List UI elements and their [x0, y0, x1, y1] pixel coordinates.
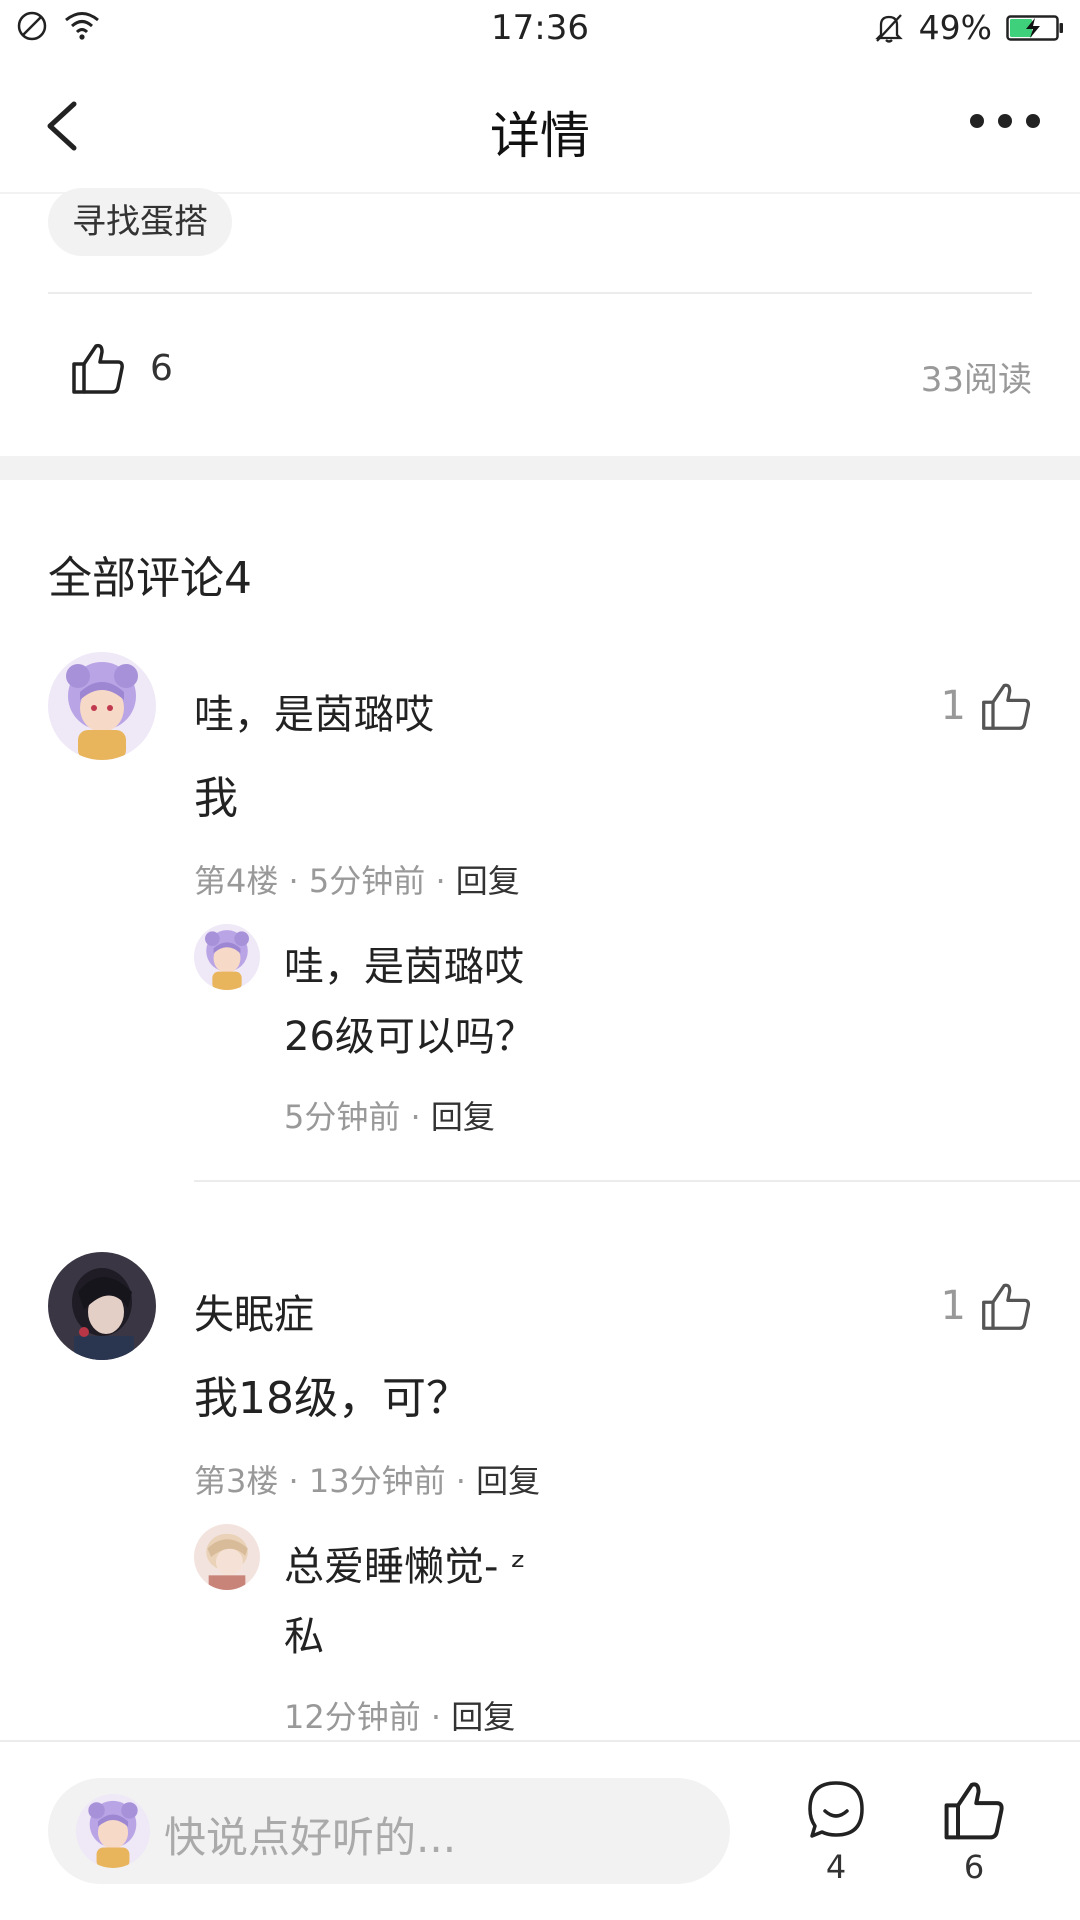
reply-avatar[interactable]	[194, 924, 260, 990]
thumbs-up-icon	[982, 683, 1031, 730]
post-like-count: 6	[150, 348, 173, 389]
comment-author[interactable]: 哇，是茵璐哎	[194, 682, 434, 740]
comment-floor: 第3楼	[194, 1462, 279, 1500]
like-count: 6	[963, 1848, 985, 1886]
comment-like-count: 1	[940, 1283, 966, 1329]
read-count: 33阅读	[920, 360, 1032, 400]
reply-button[interactable]: 回复	[456, 862, 520, 900]
mute-bell-icon	[874, 13, 903, 43]
reply-author[interactable]: 哇，是茵璐哎	[284, 934, 524, 992]
nav-bar: 详情	[0, 58, 1080, 194]
thumbs-up-icon	[72, 343, 124, 394]
reply-button[interactable]: 回复	[431, 1098, 495, 1136]
more-dots-icon	[970, 114, 984, 128]
post-tag[interactable]: 寻找蛋搭	[48, 188, 232, 256]
reply-meta: 5分钟前 · 回复	[284, 1098, 495, 1136]
thumbs-up-icon	[982, 1283, 1031, 1330]
reply-time: 12分钟前	[284, 1698, 421, 1736]
comment-count: 4	[825, 1848, 847, 1886]
comment-meta: 第4楼 · 5分钟前 · 回复	[194, 862, 520, 900]
comment-bubble-icon	[808, 1781, 864, 1838]
comments-header: 全部评论4	[48, 553, 252, 604]
battery-charging-icon	[1006, 14, 1063, 41]
avatar[interactable]	[48, 1252, 156, 1360]
comment-like-button[interactable]: 1	[941, 680, 1032, 732]
comment-divider	[194, 1180, 1080, 1182]
battery-percent: 49%	[918, 8, 992, 47]
more-button[interactable]	[970, 106, 1040, 136]
divider	[48, 292, 1032, 294]
comment-like-button[interactable]: 1	[941, 1280, 1032, 1332]
reply-meta: 12分钟前 · 回复	[284, 1698, 516, 1736]
comments-button[interactable]: 4	[796, 1778, 876, 1886]
comment-input-placeholder: 快说点好听的...	[164, 1813, 457, 1862]
reply-author[interactable]: 总爱睡懒觉- ᶻ	[284, 1534, 526, 1592]
avatar[interactable]	[48, 652, 156, 760]
reply-text: 私	[284, 1614, 324, 1660]
comment-text: 我18级，可？	[194, 1373, 470, 1424]
bottom-bar: 快说点好听的... 4 6	[0, 1740, 1080, 1920]
reply-button[interactable]: 回复	[476, 1462, 540, 1500]
reply-time: 5分钟前	[284, 1098, 401, 1136]
comment-input[interactable]: 快说点好听的...	[48, 1778, 730, 1884]
comment-author[interactable]: 失眠症	[194, 1282, 314, 1340]
post-like-button[interactable]	[70, 340, 126, 396]
comment-floor: 第4楼	[194, 862, 279, 900]
status-bar: 17:36 49%	[0, 0, 1080, 58]
comment-time: 5分钟前	[308, 862, 426, 900]
comment-text: 我	[194, 773, 238, 824]
comment-meta: 第3楼 · 13分钟前 · 回复	[194, 1462, 541, 1500]
reply-button[interactable]: 回复	[451, 1698, 515, 1736]
comment-time: 13分钟前	[308, 1462, 446, 1500]
like-button[interactable]: 6	[934, 1778, 1014, 1886]
status-right-icons: 49%	[873, 8, 1064, 47]
thumbs-up-icon	[944, 1782, 1004, 1840]
avatar	[76, 1794, 150, 1868]
reply-avatar[interactable]	[194, 1524, 260, 1590]
comment-like-count: 1	[940, 683, 966, 729]
post-stats-row: 6 33阅读	[0, 340, 1080, 410]
page-title: 详情	[490, 107, 590, 165]
reply-text: 26级可以吗？	[284, 1014, 535, 1060]
section-separator	[0, 456, 1080, 480]
